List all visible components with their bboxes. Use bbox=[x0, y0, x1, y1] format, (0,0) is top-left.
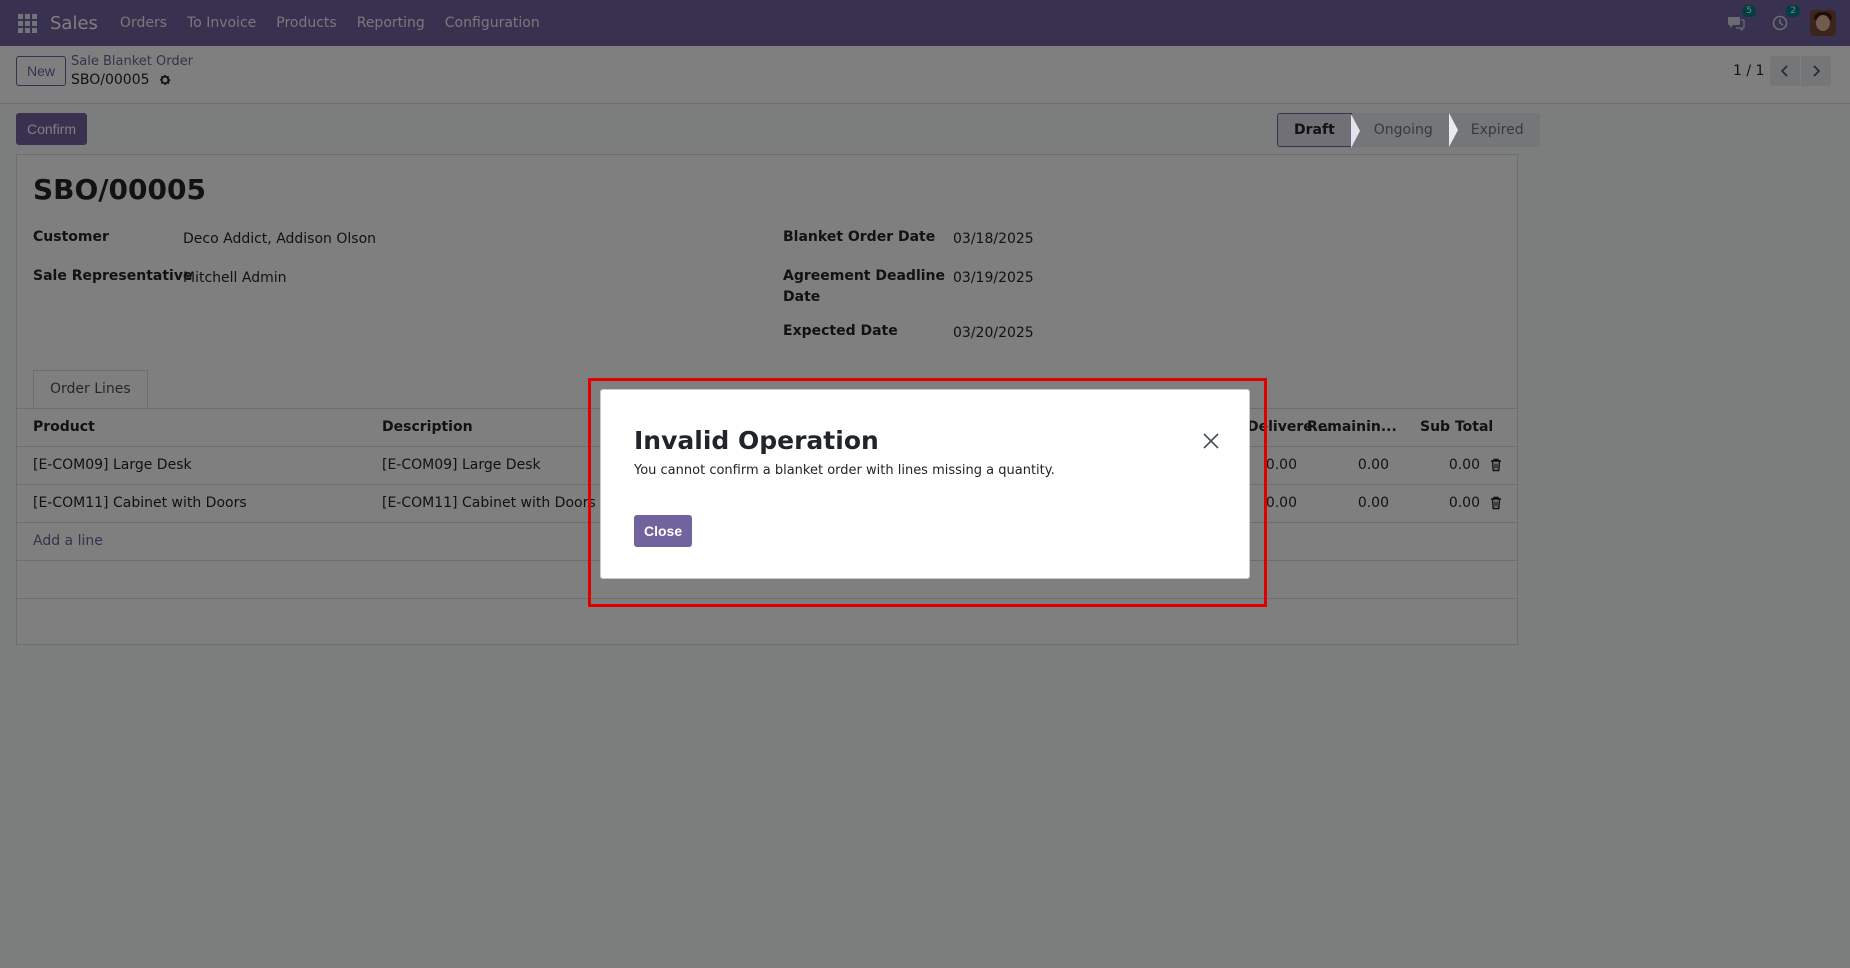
dialog-message: You cannot confirm a blanket order with … bbox=[634, 463, 1055, 478]
dialog-title: Invalid Operation bbox=[634, 426, 879, 455]
close-icon[interactable] bbox=[1201, 431, 1221, 451]
close-button[interactable]: Close bbox=[634, 515, 693, 547]
error-dialog: Invalid Operation You cannot confirm a b… bbox=[600, 389, 1250, 579]
